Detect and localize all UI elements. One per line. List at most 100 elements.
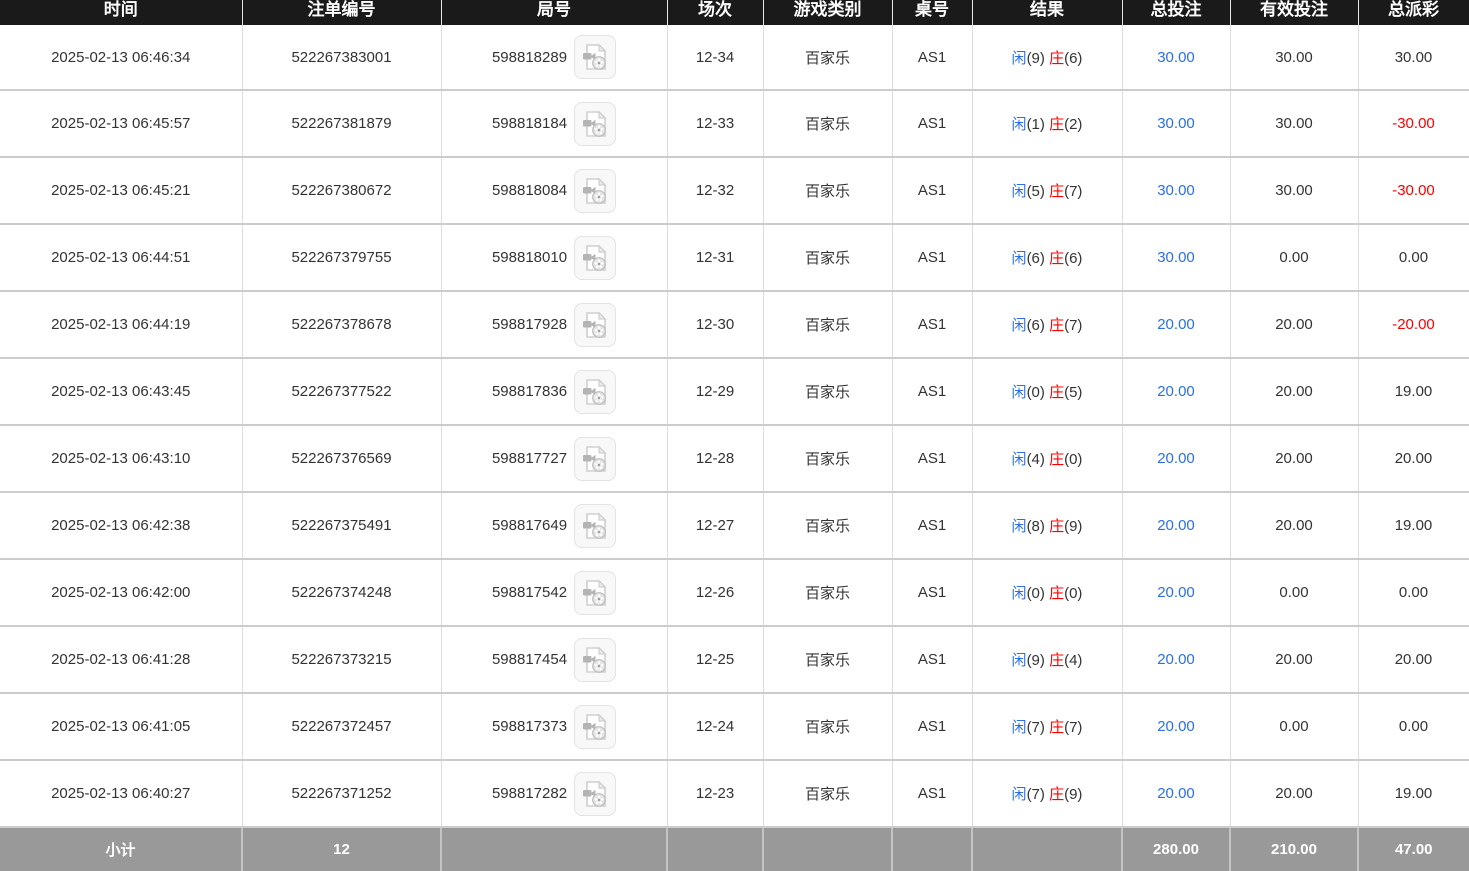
cell-total-bet[interactable]: 20.00 (1122, 492, 1230, 559)
subtotal-row: 小计 12 280.00 210.00 47.00 (0, 827, 1469, 871)
bet-history-page: 时间 注单编号 局号 场次 游戏类别 桌号 结果 总投注 有效投注 总派彩 20… (0, 0, 1469, 871)
cell-total-bet[interactable]: 30.00 (1122, 157, 1230, 224)
round-number: 598818289 (492, 49, 567, 66)
video-replay-button[interactable] (574, 571, 616, 615)
video-replay-button[interactable] (574, 102, 616, 146)
cell-game-type: 百家乐 (763, 25, 892, 90)
video-file-icon (582, 311, 608, 339)
banker-score: (9) (1064, 786, 1082, 803)
banker-label: 庄 (1049, 786, 1064, 803)
video-replay-button[interactable] (574, 169, 616, 213)
cell-time: 2025-02-13 06:46:34 (0, 25, 242, 90)
video-replay-button[interactable] (574, 705, 616, 749)
player-label: 闲 (1012, 585, 1027, 602)
table-header: 时间 注单编号 局号 场次 游戏类别 桌号 结果 总投注 有效投注 总派彩 (0, 0, 1469, 25)
cell-table-no: AS1 (892, 425, 972, 492)
video-replay-button[interactable] (574, 772, 616, 816)
player-score: (1) (1027, 116, 1045, 133)
cell-bet-no: 522267376569 (242, 425, 441, 492)
video-file-icon (582, 646, 608, 674)
cell-bet-no: 522267380672 (242, 157, 441, 224)
cell-result: 闲(7) 庄(9) (972, 760, 1122, 827)
cell-table-no: AS1 (892, 224, 972, 291)
cell-time: 2025-02-13 06:44:51 (0, 224, 242, 291)
video-replay-button[interactable] (574, 303, 616, 347)
table-row: 2025-02-13 06:42:00 522267374248 5988175… (0, 559, 1469, 626)
cell-game-type: 百家乐 (763, 559, 892, 626)
player-score: (0) (1027, 585, 1045, 602)
cell-total-payout: 19.00 (1358, 760, 1469, 827)
video-replay-button[interactable] (574, 35, 616, 79)
round-number: 598818184 (492, 115, 567, 132)
cell-session: 12-31 (667, 224, 763, 291)
col-header-result: 结果 (972, 0, 1122, 25)
video-replay-button[interactable] (574, 504, 616, 548)
cell-session: 12-25 (667, 626, 763, 693)
subtotal-empty-table (892, 827, 972, 871)
cell-total-bet[interactable]: 20.00 (1122, 693, 1230, 760)
cell-total-bet[interactable]: 20.00 (1122, 626, 1230, 693)
video-replay-button[interactable] (574, 236, 616, 280)
cell-total-bet[interactable]: 30.00 (1122, 90, 1230, 157)
banker-score: (9) (1064, 518, 1082, 535)
player-label: 闲 (1012, 786, 1027, 803)
cell-table-no: AS1 (892, 492, 972, 559)
col-header-session: 场次 (667, 0, 763, 25)
banker-label: 庄 (1049, 451, 1064, 468)
player-label: 闲 (1012, 451, 1027, 468)
player-score: (9) (1027, 50, 1045, 67)
video-file-icon (582, 110, 608, 138)
video-file-icon (582, 177, 608, 205)
cell-table-no: AS1 (892, 693, 972, 760)
col-header-total-payout: 总派彩 (1358, 0, 1469, 25)
player-score: (9) (1027, 652, 1045, 669)
cell-table-no: AS1 (892, 760, 972, 827)
table-row: 2025-02-13 06:45:21 522267380672 5988180… (0, 157, 1469, 224)
cell-valid-bet: 20.00 (1230, 492, 1358, 559)
cell-round-no: 598817282 (441, 760, 667, 827)
banker-score: (0) (1064, 585, 1082, 602)
cell-total-payout: 30.00 (1358, 25, 1469, 90)
cell-total-payout: -30.00 (1358, 90, 1469, 157)
banker-label: 庄 (1049, 652, 1064, 669)
cell-game-type: 百家乐 (763, 157, 892, 224)
player-label: 闲 (1012, 652, 1027, 669)
banker-label: 庄 (1049, 518, 1064, 535)
cell-result: 闲(4) 庄(0) (972, 425, 1122, 492)
cell-total-bet[interactable]: 20.00 (1122, 425, 1230, 492)
col-header-game-type: 游戏类别 (763, 0, 892, 25)
col-header-bet-no: 注单编号 (242, 0, 441, 25)
cell-session: 12-30 (667, 291, 763, 358)
cell-total-bet[interactable]: 30.00 (1122, 25, 1230, 90)
cell-table-no: AS1 (892, 25, 972, 90)
cell-result: 闲(0) 庄(5) (972, 358, 1122, 425)
round-number: 598817454 (492, 651, 567, 668)
cell-total-bet[interactable]: 20.00 (1122, 291, 1230, 358)
cell-total-bet[interactable]: 20.00 (1122, 760, 1230, 827)
cell-total-payout: -20.00 (1358, 291, 1469, 358)
banker-label: 庄 (1049, 50, 1064, 67)
player-score: (6) (1027, 250, 1045, 267)
player-label: 闲 (1012, 183, 1027, 200)
cell-bet-no: 522267383001 (242, 25, 441, 90)
round-number: 598817373 (492, 718, 567, 735)
banker-score: (6) (1064, 50, 1082, 67)
cell-total-bet[interactable]: 30.00 (1122, 224, 1230, 291)
video-replay-button[interactable] (574, 437, 616, 481)
cell-result: 闲(0) 庄(0) (972, 559, 1122, 626)
round-number: 598817649 (492, 517, 567, 534)
cell-total-payout: 0.00 (1358, 559, 1469, 626)
cell-total-payout: -30.00 (1358, 157, 1469, 224)
cell-round-no: 598818184 (441, 90, 667, 157)
cell-result: 闲(5) 庄(7) (972, 157, 1122, 224)
table-footer: 小计 12 280.00 210.00 47.00 (0, 827, 1469, 871)
round-number: 598818010 (492, 249, 567, 266)
cell-table-no: AS1 (892, 90, 972, 157)
cell-total-bet[interactable]: 20.00 (1122, 358, 1230, 425)
subtotal-total-bet: 280.00 (1122, 827, 1230, 871)
video-file-icon (582, 378, 608, 406)
cell-total-bet[interactable]: 20.00 (1122, 559, 1230, 626)
video-replay-button[interactable] (574, 638, 616, 682)
cell-valid-bet: 20.00 (1230, 626, 1358, 693)
video-replay-button[interactable] (574, 370, 616, 414)
